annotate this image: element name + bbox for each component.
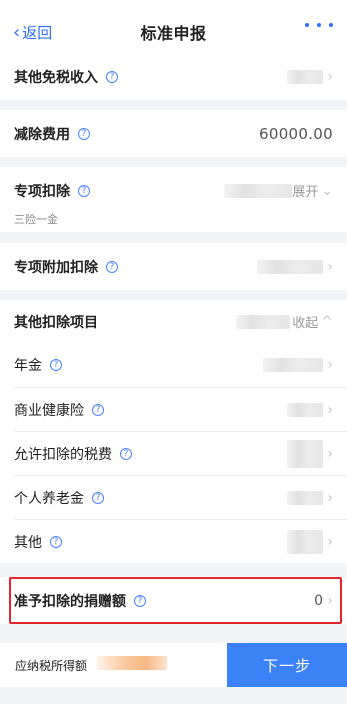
highlight-box bbox=[9, 577, 342, 624]
help-icon[interactable]: ? bbox=[120, 447, 132, 460]
masked-value bbox=[287, 69, 324, 84]
personal-pension-label: 个人养老金 bbox=[14, 490, 84, 507]
masked-value bbox=[287, 490, 324, 505]
row-right: › bbox=[257, 259, 333, 275]
row-right: › bbox=[287, 402, 333, 418]
row-right: › bbox=[263, 357, 333, 373]
row-deductible-taxes[interactable]: 允许扣除的税费 ? › bbox=[0, 432, 347, 475]
deduction-fee-value: 60000.00 bbox=[259, 124, 333, 143]
row-right: › bbox=[287, 69, 333, 85]
masked-value bbox=[287, 529, 324, 554]
masked-value bbox=[287, 402, 324, 417]
other-deduction-items-label: 其他扣除项目 bbox=[14, 314, 98, 331]
help-icon[interactable]: ? bbox=[92, 403, 104, 416]
collapse-toggle[interactable]: 收起 ^ bbox=[236, 312, 333, 331]
taxable-income-value-masked bbox=[97, 656, 167, 670]
back-button[interactable]: ‹ 返回 bbox=[13, 22, 52, 43]
row-label: 年金 ? bbox=[14, 355, 62, 375]
other-label: 其他 bbox=[14, 534, 42, 551]
taxable-income-label: 应纳税所得额 bbox=[15, 659, 88, 673]
collapse-label: 收起 bbox=[292, 316, 319, 331]
masked-value bbox=[224, 183, 293, 198]
deductible-taxes-label: 允许扣除的税费 bbox=[14, 446, 112, 463]
more-dot-icon bbox=[329, 23, 333, 27]
row-commercial-health-insurance[interactable]: 商业健康险 ? › bbox=[0, 388, 347, 431]
annuity-label: 年金 bbox=[14, 358, 42, 374]
row-label: 个人养老金 ? bbox=[14, 488, 104, 508]
row-deduction-fee: 减除费用 ? 60000.00 bbox=[0, 110, 347, 157]
expand-label: 展开 bbox=[292, 185, 319, 200]
row-label: 其他免税收入 ? bbox=[14, 67, 118, 87]
help-icon[interactable]: ? bbox=[78, 185, 90, 197]
row-label: 减除费用 ? bbox=[14, 124, 90, 144]
next-button[interactable]: 下一步 bbox=[227, 643, 347, 687]
row-special-deduction[interactable]: 专项扣除 ? 三险一金 展开 ⌄ bbox=[0, 167, 347, 232]
health-insurance-label: 商业健康险 bbox=[14, 402, 84, 419]
back-label: 返回 bbox=[22, 24, 53, 42]
chevron-right-icon: › bbox=[327, 357, 333, 373]
chevron-down-icon: ⌄ bbox=[321, 182, 333, 199]
other-exempt-income-label: 其他免税收入 bbox=[14, 69, 98, 86]
deduction-fee-label: 减除费用 bbox=[14, 126, 70, 143]
row-label: 其他 ? bbox=[14, 532, 62, 552]
more-menu-button[interactable] bbox=[305, 23, 333, 27]
row-personal-pension[interactable]: 个人养老金 ? › bbox=[0, 476, 347, 519]
navigation-bar: ‹ 返回 标准申报 bbox=[0, 0, 347, 57]
chevron-right-icon: › bbox=[327, 401, 333, 418]
row-label: 允许扣除的税费 ? bbox=[14, 444, 132, 464]
chevron-right-icon: › bbox=[327, 68, 333, 85]
chevron-right-icon: › bbox=[327, 533, 333, 550]
help-icon[interactable]: ? bbox=[50, 359, 62, 371]
masked-value bbox=[236, 314, 291, 329]
row-other[interactable]: 其他 ? › bbox=[0, 520, 347, 563]
special-additional-label: 专项附加扣除 bbox=[14, 259, 98, 276]
masked-value bbox=[263, 358, 324, 372]
row-other-exempt-income[interactable]: 其他免税收入 ? › bbox=[0, 53, 347, 100]
row-right: › bbox=[287, 490, 333, 506]
row-right: › bbox=[287, 529, 333, 554]
more-dot-icon bbox=[305, 23, 309, 27]
chevron-right-icon: › bbox=[327, 258, 333, 275]
special-deduction-label: 专项扣除 bbox=[14, 184, 70, 200]
help-icon[interactable]: ? bbox=[78, 127, 90, 140]
chevron-up-icon: ^ bbox=[321, 313, 333, 330]
row-label: 专项扣除 ? bbox=[14, 181, 90, 201]
help-icon[interactable]: ? bbox=[50, 535, 62, 548]
chevron-right-icon: › bbox=[327, 489, 333, 506]
row-annuity[interactable]: 年金 ? › bbox=[0, 343, 347, 387]
help-icon[interactable]: ? bbox=[106, 260, 118, 273]
chevron-right-icon: › bbox=[327, 445, 333, 462]
row-special-additional-deduction[interactable]: 专项附加扣除 ? › bbox=[0, 243, 347, 290]
row-label: 其他扣除项目 bbox=[14, 312, 98, 332]
row-right: 60000.00 bbox=[259, 125, 333, 143]
chevron-left-icon: ‹ bbox=[13, 21, 21, 43]
bottom-bar: 应纳税所得额 下一步 bbox=[0, 643, 347, 687]
expand-toggle[interactable]: 展开 ⌄ bbox=[224, 181, 333, 200]
help-icon[interactable]: ? bbox=[106, 70, 118, 83]
special-deduction-caption: 三险一金 bbox=[14, 213, 58, 226]
more-dot-icon bbox=[317, 23, 321, 27]
row-right: › bbox=[287, 439, 333, 468]
masked-value bbox=[257, 259, 324, 274]
page-title: 标准申报 bbox=[140, 23, 207, 43]
masked-value bbox=[287, 439, 324, 468]
row-other-deduction-items[interactable]: 其他扣除项目 收起 ^ bbox=[0, 300, 347, 343]
help-icon[interactable]: ? bbox=[92, 491, 104, 504]
row-label: 商业健康险 ? bbox=[14, 400, 104, 420]
row-label: 专项附加扣除 ? bbox=[14, 257, 118, 277]
